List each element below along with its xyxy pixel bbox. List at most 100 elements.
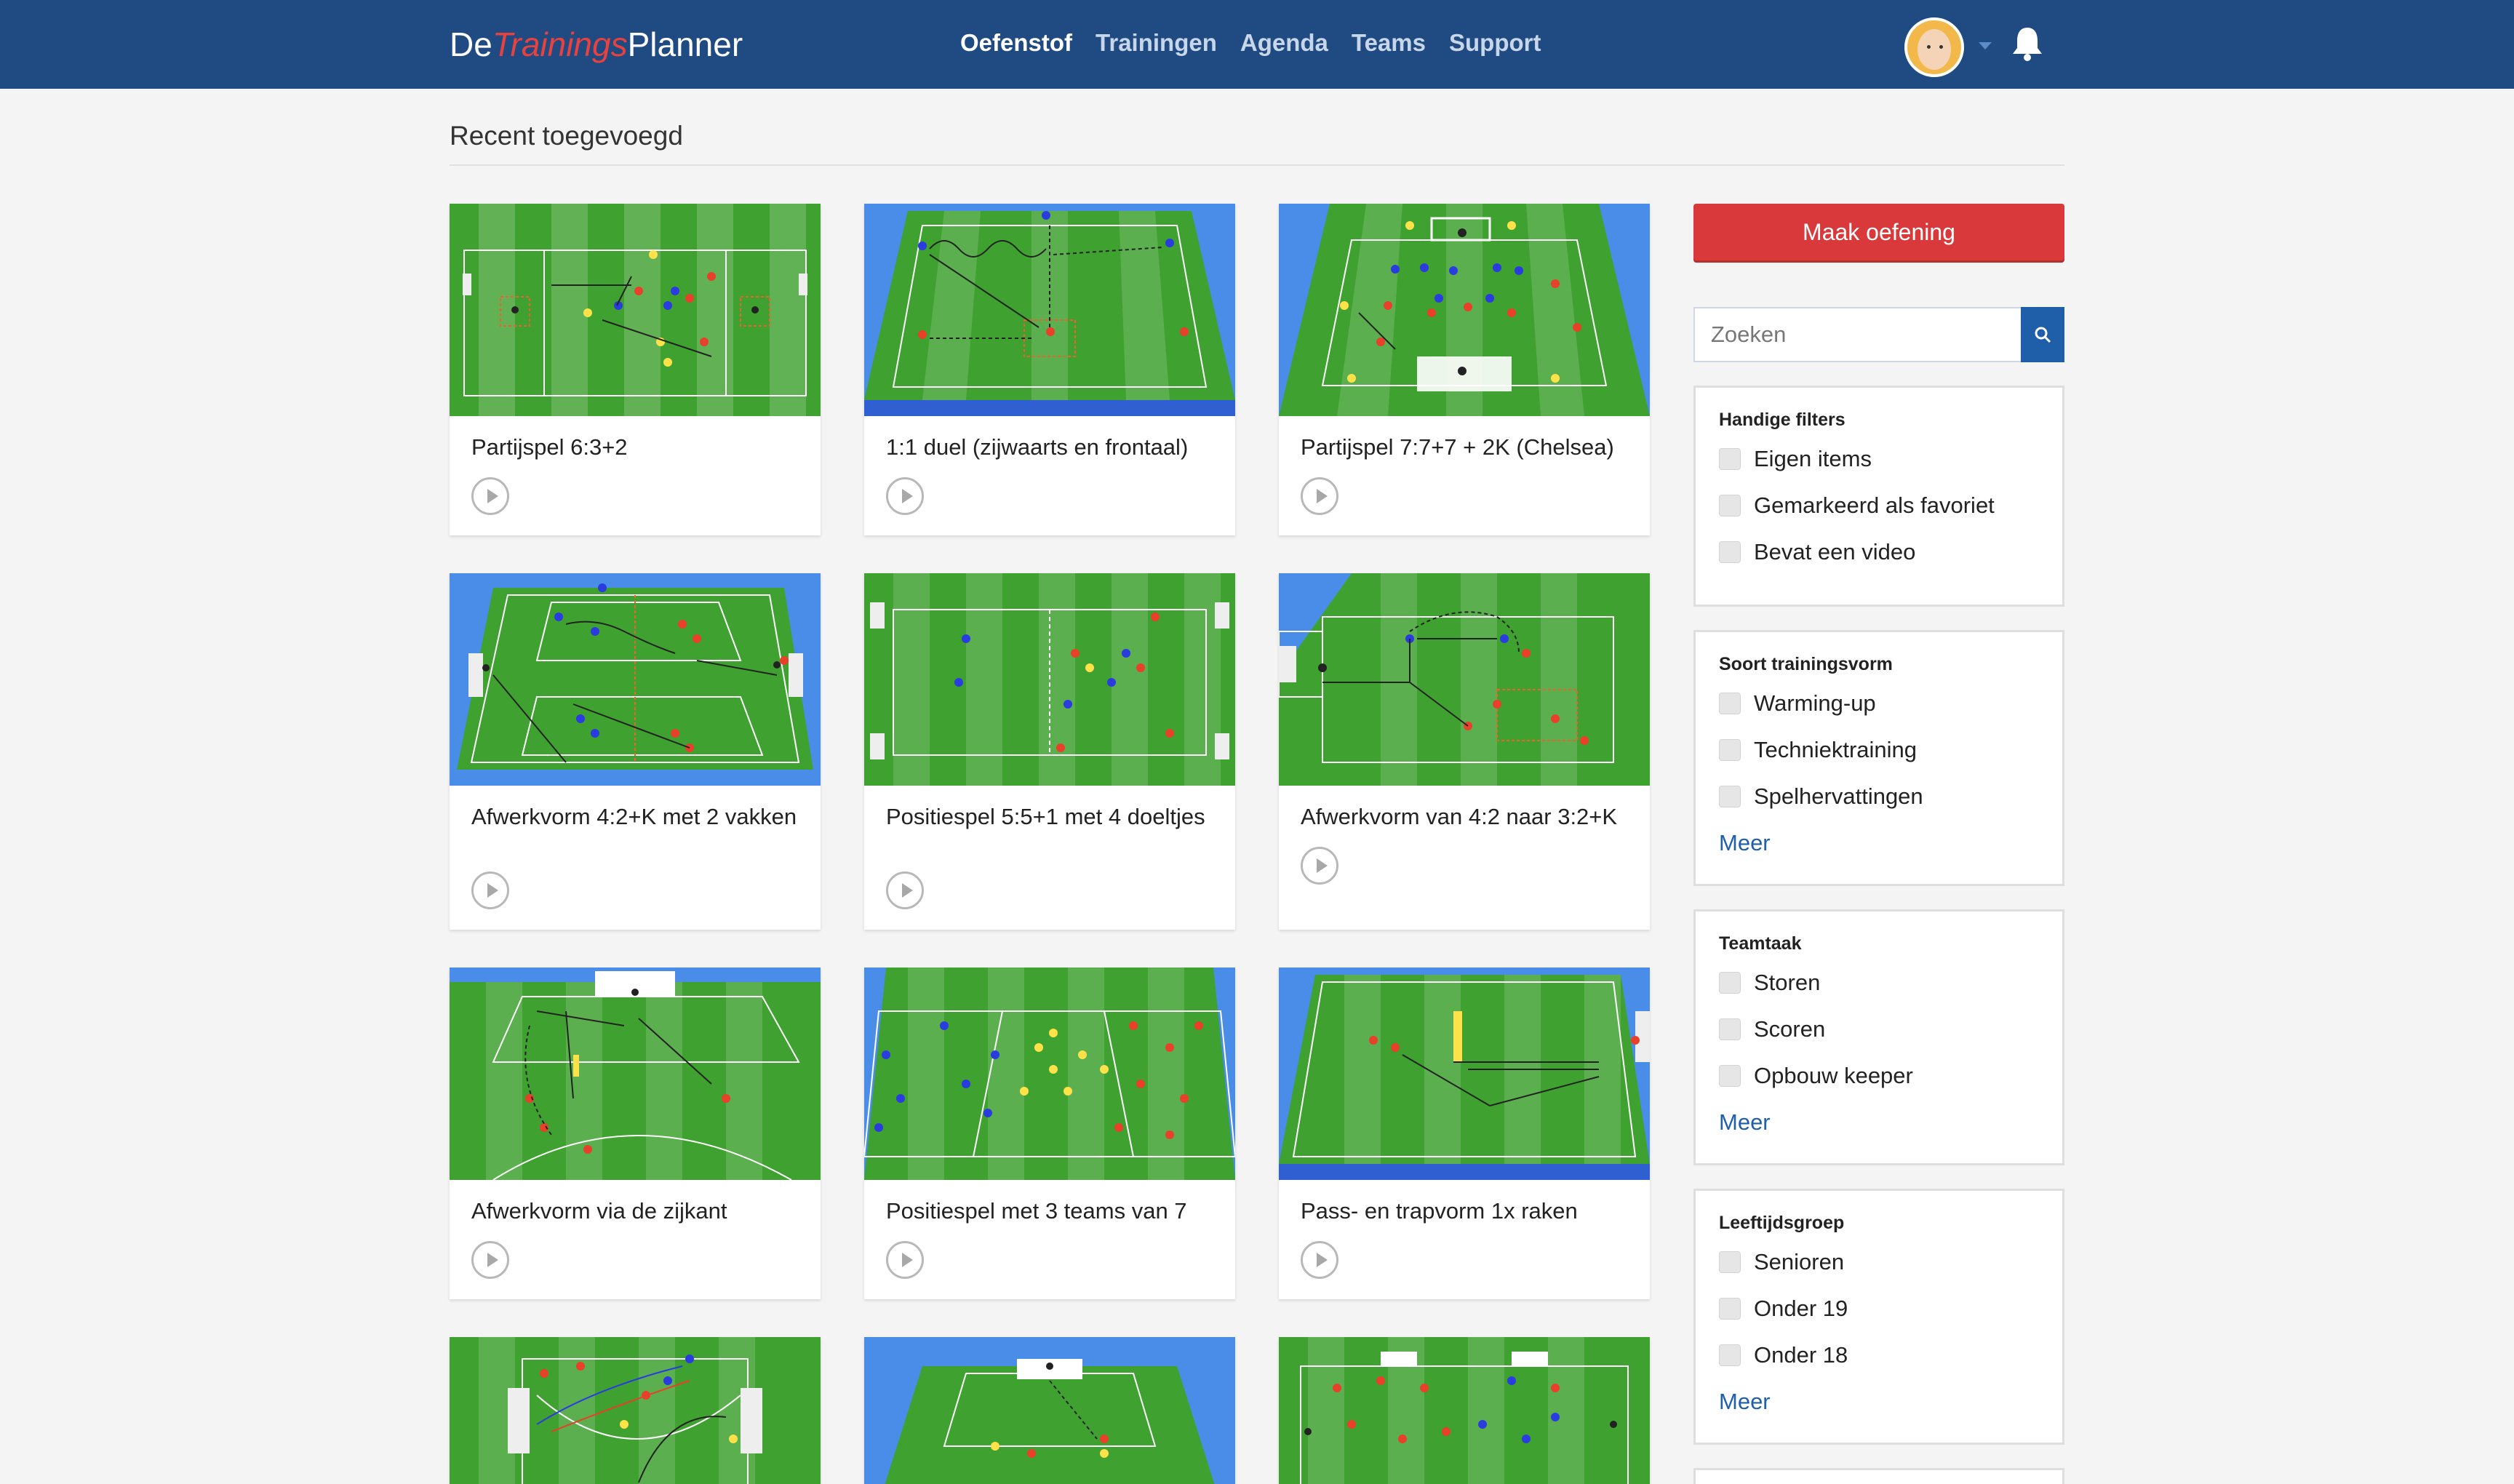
nav-item-support[interactable]: Support xyxy=(1449,29,1541,57)
filter-option-warming-up[interactable]: Warming-up xyxy=(1719,690,1876,717)
logo-text-part1: De xyxy=(450,25,492,63)
more-link[interactable]: Meer xyxy=(1719,830,1771,856)
exercise-thumbnail[interactable] xyxy=(450,204,821,416)
play-video-icon[interactable] xyxy=(886,1241,924,1279)
chevron-down-icon[interactable] xyxy=(1979,42,1992,49)
nav-item-agenda[interactable]: Agenda xyxy=(1240,29,1328,57)
play-video-icon[interactable] xyxy=(1301,1241,1338,1279)
exercise-card[interactable]: Positiespel 5:5+1 met 4 doeltjes xyxy=(864,573,1235,930)
exercise-title[interactable]: Positiespel met 3 teams van 7 xyxy=(886,1199,1221,1224)
nav-item-teams[interactable]: Teams xyxy=(1352,29,1426,57)
filter-option-label: Opbouw keeper xyxy=(1754,1063,1913,1088)
filter-panel-soort-trainingsvorm: Soort trainingsvorm Warming-up Techniekt… xyxy=(1693,630,2064,886)
exercise-card[interactable]: Partijspel 6:3+2 xyxy=(450,204,821,535)
exercise-thumbnail[interactable] xyxy=(1279,1337,1650,1484)
checkbox[interactable] xyxy=(1719,448,1741,470)
search-input[interactable] xyxy=(1693,307,2021,362)
play-video-icon[interactable] xyxy=(471,477,509,515)
more-link[interactable]: Meer xyxy=(1719,1109,1771,1136)
exercise-title[interactable]: Positiespel 5:5+1 met 4 doeltjes xyxy=(886,805,1221,829)
filter-option-spelhervattingen[interactable]: Spelhervattingen xyxy=(1719,783,1923,810)
checkbox[interactable] xyxy=(1719,693,1741,714)
search-icon xyxy=(2035,327,2051,343)
exercise-title[interactable]: 1:1 duel (zijwaarts en frontaal) xyxy=(886,435,1221,460)
exercise-thumbnail[interactable] xyxy=(450,968,821,1180)
filter-option-techniektraining[interactable]: Techniektraining xyxy=(1719,737,1917,763)
filter-option-senioren[interactable]: Senioren xyxy=(1719,1249,1844,1275)
filter-panel-teamtaak: Teamtaak Storen Scoren Opbouw keeper Mee… xyxy=(1693,909,2064,1165)
avatar-eye xyxy=(1939,45,1943,49)
exercise-card[interactable] xyxy=(450,1337,821,1484)
play-video-icon[interactable] xyxy=(1301,847,1338,885)
checkbox[interactable] xyxy=(1719,1251,1741,1273)
checkbox[interactable] xyxy=(1719,1298,1741,1320)
logo-text-part3: Planner xyxy=(627,25,743,63)
exercise-title[interactable]: Pass- en trapvorm 1x raken xyxy=(1301,1199,1635,1224)
checkbox[interactable] xyxy=(1719,541,1741,563)
search-button[interactable] xyxy=(2021,307,2064,362)
avatar-face xyxy=(1918,29,1951,70)
exercise-thumbnail[interactable] xyxy=(1279,968,1650,1180)
exercise-thumbnail[interactable] xyxy=(1279,204,1650,416)
filter-option-label: Spelhervattingen xyxy=(1754,783,1923,809)
filter-option-video[interactable]: Bevat een video xyxy=(1719,539,1915,565)
filter-panel-leeftijdsgroep: Leeftijdsgroep Senioren Onder 19 Onder 1… xyxy=(1693,1189,2064,1445)
nav-item-oefenstof[interactable]: Oefenstof xyxy=(960,29,1072,57)
exercise-card[interactable]: Positiespel met 3 teams van 7 xyxy=(864,968,1235,1299)
exercise-thumbnail[interactable] xyxy=(864,968,1235,1180)
exercise-title[interactable]: Partijspel 6:3+2 xyxy=(471,435,806,460)
filter-heading: Leeftijdsgroep xyxy=(1719,1213,1845,1233)
checkbox[interactable] xyxy=(1719,495,1741,516)
filter-heading: Handige filters xyxy=(1719,410,1845,430)
checkbox[interactable] xyxy=(1719,786,1741,807)
divider xyxy=(450,164,2064,166)
exercise-title[interactable]: Afwerkvorm via de zijkant xyxy=(471,1199,806,1224)
play-video-icon[interactable] xyxy=(1301,477,1338,515)
exercise-card[interactable] xyxy=(1279,1337,1650,1484)
exercise-card[interactable] xyxy=(864,1337,1235,1484)
play-video-icon[interactable] xyxy=(471,871,509,909)
filter-option-onder-18[interactable]: Onder 18 xyxy=(1719,1342,1848,1368)
main-nav: Oefenstof Trainingen Agenda Teams Suppor… xyxy=(960,29,1541,57)
play-video-icon[interactable] xyxy=(886,477,924,515)
exercise-card[interactable]: Afwerkvorm via de zijkant xyxy=(450,968,821,1299)
filter-heading: Soort trainingsvorm xyxy=(1719,654,1893,674)
filter-option-favoriet[interactable]: Gemarkeerd als favoriet xyxy=(1719,492,1995,519)
exercise-card[interactable]: Pass- en trapvorm 1x raken xyxy=(1279,968,1650,1299)
more-link[interactable]: Meer xyxy=(1719,1389,1771,1415)
filter-option-opbouw-keeper[interactable]: Opbouw keeper xyxy=(1719,1063,1913,1089)
exercise-thumbnail[interactable] xyxy=(864,573,1235,786)
exercise-card[interactable]: 1:1 duel (zijwaarts en frontaal) xyxy=(864,204,1235,535)
checkbox[interactable] xyxy=(1719,1065,1741,1087)
checkbox[interactable] xyxy=(1719,739,1741,761)
exercise-thumbnail[interactable] xyxy=(1279,573,1650,786)
avatar[interactable] xyxy=(1904,17,1964,77)
exercise-card[interactable]: Afwerkvorm 4:2+K met 2 vakken xyxy=(450,573,821,930)
play-video-icon[interactable] xyxy=(471,1241,509,1279)
exercise-title[interactable]: Partijspel 7:7+7 + 2K (Chelsea) xyxy=(1301,435,1635,460)
exercise-card[interactable]: Partijspel 7:7+7 + 2K (Chelsea) xyxy=(1279,204,1650,535)
checkbox[interactable] xyxy=(1719,1344,1741,1366)
create-exercise-button[interactable]: Maak oefening xyxy=(1693,204,2064,260)
exercise-card[interactable]: Afwerkvorm van 4:2 naar 3:2+K xyxy=(1279,573,1650,930)
filter-option-eigen-items[interactable]: Eigen items xyxy=(1719,446,1872,472)
play-video-icon[interactable] xyxy=(886,871,924,909)
filter-option-onder-19[interactable]: Onder 19 xyxy=(1719,1296,1848,1322)
filter-option-scoren[interactable]: Scoren xyxy=(1719,1016,1825,1042)
filter-option-label: Onder 19 xyxy=(1754,1296,1848,1321)
exercise-thumbnail[interactable] xyxy=(450,573,821,786)
app-logo[interactable]: DeTrainingsPlanner xyxy=(450,25,743,64)
nav-item-trainingen[interactable]: Trainingen xyxy=(1096,29,1217,57)
checkbox[interactable] xyxy=(1719,1018,1741,1040)
filter-option-storen[interactable]: Storen xyxy=(1719,970,1820,996)
filter-option-label: Bevat een video xyxy=(1754,539,1916,565)
exercise-thumbnail[interactable] xyxy=(864,1337,1235,1484)
bell-icon[interactable] xyxy=(2009,25,2046,63)
exercise-thumbnail[interactable] xyxy=(450,1337,821,1484)
exercise-title[interactable]: Afwerkvorm 4:2+K met 2 vakken xyxy=(471,805,806,829)
exercise-title[interactable]: Afwerkvorm van 4:2 naar 3:2+K xyxy=(1301,805,1635,829)
filter-option-label: Eigen items xyxy=(1754,446,1872,471)
exercise-thumbnail[interactable] xyxy=(864,204,1235,416)
page-title: Recent toegevoegd xyxy=(450,121,683,151)
checkbox[interactable] xyxy=(1719,972,1741,994)
